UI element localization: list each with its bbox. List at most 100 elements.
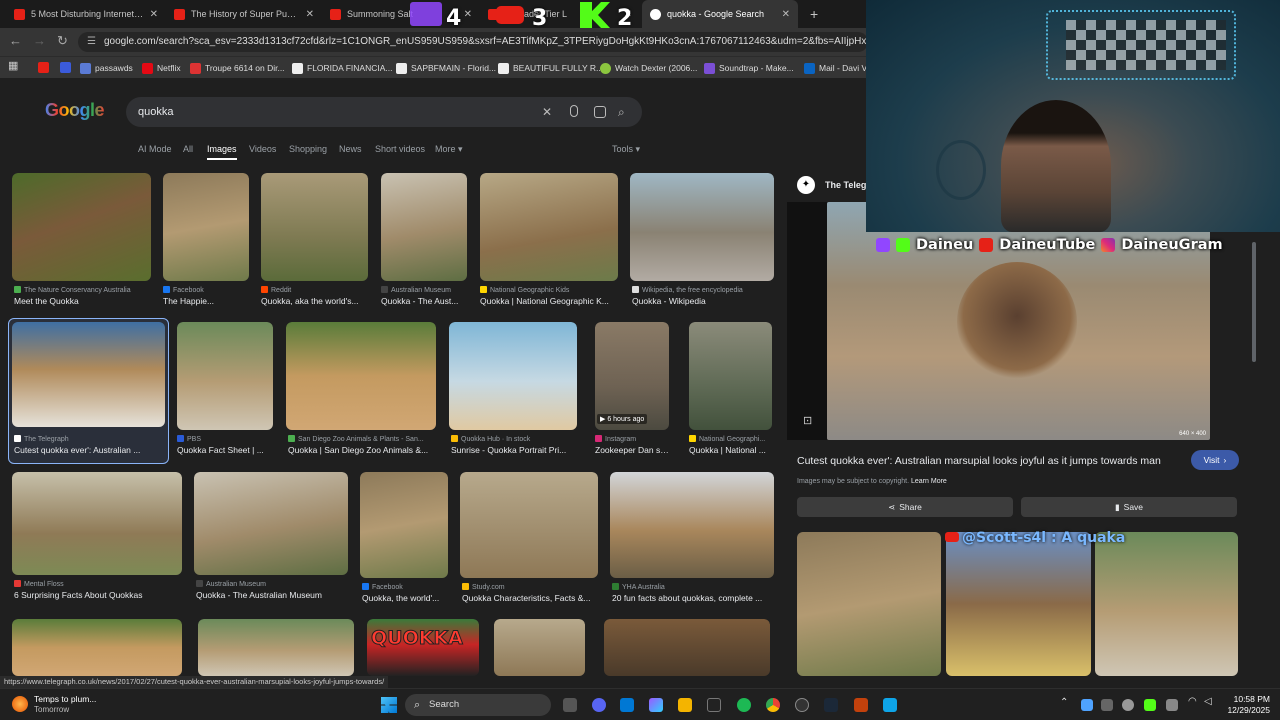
lens-icon[interactable] xyxy=(594,106,606,118)
forward-icon[interactable]: → xyxy=(33,33,46,48)
site-info-icon[interactable]: ☰ xyxy=(87,32,96,52)
app-icon[interactable] xyxy=(854,698,868,712)
related-image[interactable] xyxy=(1095,532,1238,676)
steam-icon[interactable] xyxy=(824,698,838,712)
bookmark-troupe[interactable]: Troupe 6614 on Dir... xyxy=(190,60,285,76)
bookmark-florida[interactable]: FLORIDA FINANCIA... xyxy=(292,60,393,76)
result-card[interactable]: ▶ 6 hours ago Instagram Zookeeper Dan sp… xyxy=(595,322,669,458)
result-card[interactable]: PBS Quokka Fact Sheet | ... xyxy=(177,322,273,458)
tab-all[interactable]: All xyxy=(183,144,193,154)
bookmark-beautiful[interactable]: BEAUTIFUL FULLY R... xyxy=(498,60,603,76)
app-icon[interactable] xyxy=(883,698,897,712)
tab-short-videos[interactable]: Short videos xyxy=(375,144,425,154)
close-icon[interactable]: ✕ xyxy=(782,9,790,20)
visit-button[interactable]: Visit › xyxy=(1191,450,1239,470)
related-image[interactable] xyxy=(946,532,1091,676)
search-icon[interactable]: ⌕ xyxy=(618,97,625,127)
bookmark-soundtrap[interactable]: Soundtrap - Make... xyxy=(704,60,794,76)
save-button[interactable]: ▮ Save xyxy=(1021,497,1237,517)
apps-grid-icon[interactable]: ▦ xyxy=(8,59,18,72)
tab-images[interactable]: Images xyxy=(207,144,237,160)
result-image[interactable] xyxy=(12,472,182,575)
chevron-up-icon[interactable]: ⌃ xyxy=(1060,697,1068,708)
result-card[interactable]: Study.com Quokka Characteristics, Facts … xyxy=(460,472,598,608)
result-image[interactable] xyxy=(194,472,348,575)
clear-icon[interactable]: ✕ xyxy=(542,97,552,127)
wifi-icon[interactable]: ◠ xyxy=(1188,696,1197,707)
file-explorer-icon[interactable] xyxy=(678,698,692,712)
result-image[interactable] xyxy=(360,472,448,578)
task-view-icon[interactable] xyxy=(563,698,577,712)
panel-source[interactable]: The Telegr xyxy=(825,180,870,190)
bookmark-netflix[interactable]: Netflix xyxy=(142,60,181,76)
related-image[interactable] xyxy=(797,532,941,676)
result-image[interactable] xyxy=(460,472,598,578)
tab-shopping[interactable]: Shopping xyxy=(289,144,327,154)
tab-2[interactable]: The History of Super Punch-Ou ✕ xyxy=(166,0,322,28)
tab-ai-mode[interactable]: AI Mode xyxy=(138,144,172,154)
result-card[interactable]: Quokka Hub · In stock Sunrise - Quokka P… xyxy=(449,322,577,458)
tab-videos[interactable]: Videos xyxy=(249,144,276,154)
google-logo[interactable]: Google xyxy=(45,100,105,121)
result-image[interactable] xyxy=(604,619,770,676)
result-card[interactable]: The Nature Conservancy Australia Meet th… xyxy=(12,173,151,309)
weather-icon[interactable] xyxy=(12,696,28,712)
result-card[interactable]: National Geographic Kids Quokka | Nation… xyxy=(480,173,618,309)
bookmark-mail[interactable]: Mail - Davi V xyxy=(804,60,867,76)
result-card[interactable]: Wikipedia, the free encyclopedia Quokka … xyxy=(630,173,774,309)
result-image[interactable] xyxy=(494,619,585,676)
result-image[interactable] xyxy=(12,173,151,281)
close-icon[interactable]: ✕ xyxy=(150,9,158,20)
result-image[interactable] xyxy=(449,322,577,430)
result-card[interactable]: Australian Museum Quokka - The Australia… xyxy=(194,472,348,608)
tray-icon[interactable] xyxy=(1144,699,1156,711)
result-image[interactable] xyxy=(261,173,368,281)
scrollbar[interactable] xyxy=(1250,232,1258,676)
tab-more[interactable]: More ▾ xyxy=(435,144,463,155)
lens-icon[interactable]: ⊡ xyxy=(803,414,812,427)
terminal-icon[interactable] xyxy=(707,698,721,712)
result-card[interactable]: National Geographi... Quokka | National … xyxy=(689,322,772,458)
bookmark-sapbfmain[interactable]: SAPBFMAIN - Florid... xyxy=(396,60,496,76)
new-tab-button[interactable]: + xyxy=(802,0,822,28)
result-image[interactable] xyxy=(177,322,273,430)
result-image[interactable] xyxy=(381,173,467,281)
result-card[interactable]: Facebook The Happie... xyxy=(163,173,249,309)
microphone-icon[interactable] xyxy=(570,105,578,117)
close-icon[interactable]: ✕ xyxy=(464,9,472,20)
youtube-bookmark-icon[interactable] xyxy=(38,62,49,73)
result-image[interactable]: QUOKKA xyxy=(367,619,479,676)
clock-time[interactable]: 10:58 PM xyxy=(1228,694,1270,704)
tray-icon[interactable] xyxy=(1081,699,1093,711)
result-card[interactable]: Australian Museum Quokka - The Aust... xyxy=(381,173,467,309)
reload-icon[interactable]: ↻ xyxy=(57,33,68,49)
search-input[interactable]: quokka ✕ ⌕ xyxy=(126,97,642,127)
result-image[interactable] xyxy=(480,173,618,281)
bookmark-dexter[interactable]: Watch Dexter (2006... xyxy=(600,60,697,76)
result-image[interactable] xyxy=(163,173,249,281)
panel-title[interactable]: Cutest quokka ever': Australian marsupia… xyxy=(797,455,1181,467)
obs-icon[interactable] xyxy=(795,698,809,712)
chrome-icon[interactable] xyxy=(766,698,780,712)
share-button[interactable]: ⋖ Share xyxy=(797,497,1013,517)
result-card-selected[interactable]: The Telegraph Cutest quokka ever': Austr… xyxy=(8,318,169,464)
tools-button[interactable]: Tools ▾ xyxy=(612,144,640,155)
result-image[interactable] xyxy=(610,472,774,578)
result-card[interactable]: San Diego Zoo Animals & Plants - San... … xyxy=(286,322,436,458)
tab-news[interactable]: News xyxy=(339,144,362,154)
result-card[interactable]: Mental Floss 6 Surprising Facts About Qu… xyxy=(12,472,182,608)
result-image[interactable] xyxy=(198,619,354,676)
close-icon[interactable]: ✕ xyxy=(306,9,314,20)
tab-1[interactable]: 5 Most Disturbing Internet Rab ✕ xyxy=(6,0,166,28)
taskbar-search[interactable]: ⌕ Search xyxy=(405,694,551,716)
back-icon[interactable]: ← xyxy=(9,33,22,48)
store-icon[interactable] xyxy=(620,698,634,712)
clock-date[interactable]: 12/29/2025 xyxy=(1222,705,1270,715)
result-image[interactable] xyxy=(12,619,182,676)
tray-icon[interactable] xyxy=(1101,699,1113,711)
result-image[interactable] xyxy=(689,322,772,430)
bookmark-passawds[interactable]: passawds xyxy=(80,60,133,76)
learn-more-link[interactable]: Learn More xyxy=(911,478,947,485)
copilot-icon[interactable] xyxy=(649,698,663,712)
start-icon[interactable] xyxy=(381,697,397,713)
